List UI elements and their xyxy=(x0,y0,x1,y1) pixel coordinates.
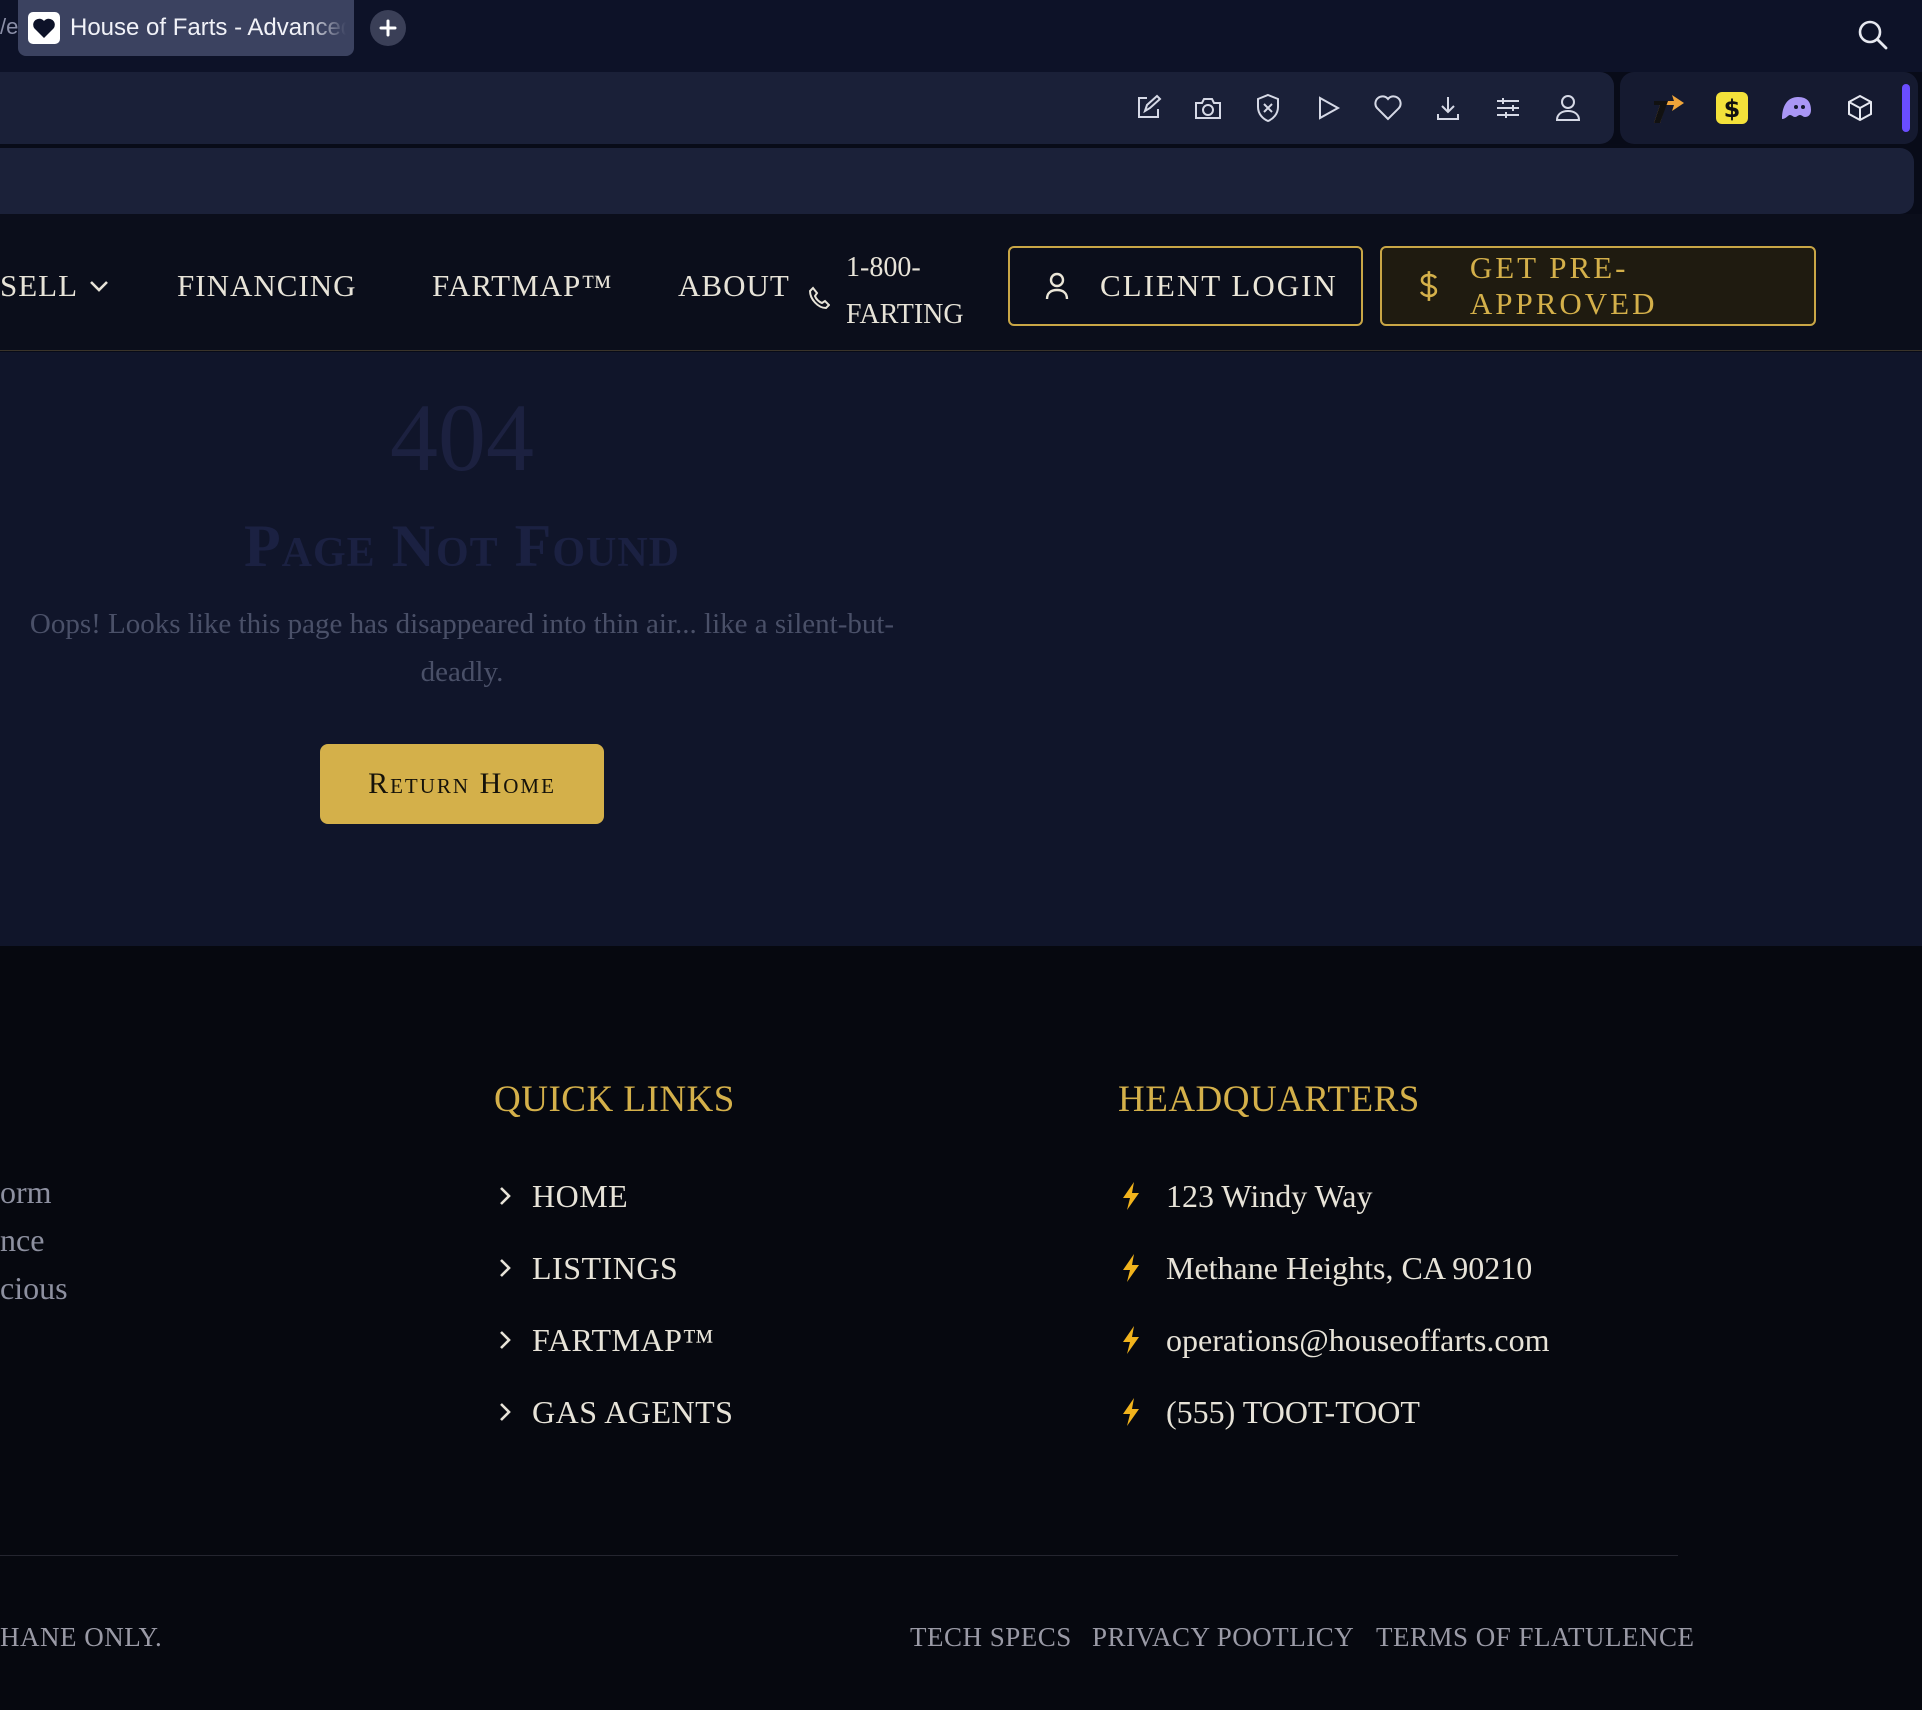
footer-divider xyxy=(0,1555,1678,1556)
phone-line2: FARTING xyxy=(846,299,964,330)
headquarters-list: 123 Windy Way Methane Heights, CA 90210 … xyxy=(1120,1160,1549,1448)
footer-about-line-2: nce xyxy=(0,1222,45,1258)
nav-sell-label: SELL xyxy=(0,268,79,303)
browser-toolbar xyxy=(0,72,1614,144)
nav-sell[interactable]: SELL xyxy=(0,268,110,304)
get-preapproved-label: GET PRE-APPROVED xyxy=(1469,250,1658,321)
get-preapproved-button[interactable]: GET PRE-APPROVED xyxy=(1380,246,1816,326)
return-home-button[interactable]: Return Home xyxy=(320,744,604,824)
error-code: 404 xyxy=(390,384,534,491)
chevron-right-icon xyxy=(498,1257,512,1279)
quick-links-heading: QUICK LINKS xyxy=(494,1079,735,1120)
profile-icon[interactable] xyxy=(1552,92,1584,124)
headquarters-heading: HEADQUARTERS xyxy=(1118,1079,1420,1120)
hq-city-text: Methane Heights, CA 90210 xyxy=(1166,1249,1533,1286)
nav-fartmap[interactable]: FARTMAP™ xyxy=(432,268,613,304)
sliders-icon[interactable] xyxy=(1492,92,1524,124)
error-message: Oops! Looks like this page has disappear… xyxy=(29,608,895,688)
quick-links-list: HOME LISTINGS FARTMAP™ GAS AGENTS xyxy=(498,1160,733,1448)
lightning-icon xyxy=(1120,1253,1166,1283)
hq-phone-text: (555) TOOT-TOOT xyxy=(1166,1393,1420,1430)
shield-x-icon[interactable] xyxy=(1252,92,1284,124)
client-login-label: CLIENT LOGIN xyxy=(1100,268,1338,303)
chevron-right-icon xyxy=(498,1185,512,1207)
camera-icon[interactable] xyxy=(1192,92,1224,124)
heart-favicon-icon xyxy=(28,12,60,44)
quick-link-home[interactable]: HOME xyxy=(498,1160,733,1232)
quick-link-gas-agents[interactable]: GAS AGENTS xyxy=(498,1376,733,1448)
extensions-bar: $ xyxy=(1620,72,1918,144)
lightning-icon xyxy=(1120,1325,1166,1355)
download-icon[interactable] xyxy=(1432,92,1464,124)
svg-text:$: $ xyxy=(1724,95,1741,123)
heart-icon[interactable] xyxy=(1372,92,1404,124)
site-footer: orm nce cious QUICK LINKS HOME LISTINGS … xyxy=(0,946,1922,1710)
active-tab[interactable]: House of Farts - Advanced xyxy=(18,0,354,56)
footer-link-terms[interactable]: TERMS OF FLATULENCE xyxy=(1376,1622,1695,1653)
phone-icon xyxy=(808,286,830,310)
quick-link-fartmap[interactable]: FARTMAP™ xyxy=(498,1304,733,1376)
nav-financing[interactable]: FINANCING xyxy=(177,268,357,304)
quick-link-label: LISTINGS xyxy=(532,1249,679,1286)
lightning-icon xyxy=(1120,1181,1166,1211)
user-icon xyxy=(1045,272,1069,300)
footer-link-tech-specs[interactable]: TECH SPECS xyxy=(910,1622,1072,1653)
nav-phone[interactable]: 1-800- FARTING xyxy=(808,244,986,338)
edit-icon[interactable] xyxy=(1132,92,1164,124)
hq-street-text: 123 Windy Way xyxy=(1166,1177,1373,1214)
quick-link-label: GAS AGENTS xyxy=(532,1393,734,1430)
search-icon[interactable] xyxy=(1856,18,1890,57)
phone-line1: 1-800- xyxy=(846,252,921,283)
arrow-ext-icon[interactable] xyxy=(1650,90,1686,126)
hq-email[interactable]: operations@houseoffarts.com xyxy=(1120,1304,1549,1376)
previous-tab-edge[interactable]: /e xyxy=(0,14,18,40)
footer-about-line-1: orm xyxy=(0,1174,52,1210)
hq-phone[interactable]: (555) TOOT-TOOT xyxy=(1120,1376,1549,1448)
ghost-ext-icon[interactable] xyxy=(1778,90,1814,126)
browser-tab-bar: /e House of Farts - Advanced xyxy=(0,0,1922,72)
sidebar-accent xyxy=(1902,84,1910,132)
quick-link-listings[interactable]: LISTINGS xyxy=(498,1232,733,1304)
error-title: Page Not Found xyxy=(244,513,680,579)
hq-city: Methane Heights, CA 90210 xyxy=(1120,1232,1549,1304)
dollar-icon xyxy=(1419,271,1438,301)
error-section: 404 Page Not Found Oops! Looks like this… xyxy=(0,352,1922,946)
plus-icon xyxy=(379,19,397,37)
footer-copyright: HANE ONLY. xyxy=(0,1622,163,1652)
hq-email-text: operations@houseoffarts.com xyxy=(1166,1321,1550,1358)
quick-link-label: FARTMAP™ xyxy=(532,1321,715,1358)
site-nav: SELL FINANCING FARTMAP™ ABOUT 1-800- FAR… xyxy=(0,214,1922,351)
address-bar-area[interactable] xyxy=(0,148,1914,214)
chevron-right-icon xyxy=(498,1329,512,1351)
play-icon[interactable] xyxy=(1312,92,1344,124)
nav-about[interactable]: ABOUT xyxy=(678,268,790,304)
footer-about-line-3: cious xyxy=(0,1270,68,1306)
cube-ext-icon[interactable] xyxy=(1842,90,1878,126)
new-tab-button[interactable] xyxy=(370,10,406,46)
footer-link-privacy[interactable]: PRIVACY POOTLICY xyxy=(1092,1622,1354,1653)
chevron-down-icon xyxy=(90,281,108,292)
quick-link-label: HOME xyxy=(532,1177,629,1214)
client-login-button[interactable]: CLIENT LOGIN xyxy=(1008,246,1363,326)
lightning-icon xyxy=(1120,1397,1166,1427)
chevron-right-icon xyxy=(498,1401,512,1423)
hq-street: 123 Windy Way xyxy=(1120,1160,1549,1232)
dollar-ext-icon[interactable]: $ xyxy=(1714,90,1750,126)
tab-title: House of Farts - Advanced xyxy=(70,14,346,41)
